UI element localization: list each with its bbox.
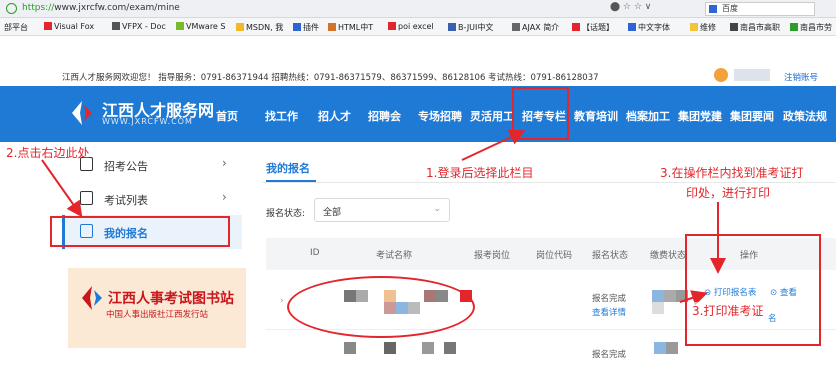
annotation-step3-line2: 印处，进行打印 [686, 186, 771, 200]
banner-title: 江西人事考试图书站 [108, 291, 234, 307]
chevron-right-icon: › [222, 190, 227, 204]
site-info-bar: 江西人才服务网欢迎您！ 指导服务：0791-86371944 招聘热线：0791… [0, 66, 836, 86]
bookmark-icon [628, 23, 636, 31]
url-text[interactable]: https://www.jxrcfw.com/exam/mine [22, 3, 180, 13]
annotation-step3-print: 3.打印准考证 [692, 302, 764, 319]
tab-my-registration[interactable]: 我的报名 [266, 160, 310, 176]
bookmark-item[interactable]: HTML中T [328, 22, 373, 33]
nav-training[interactable]: 教育培训 [574, 108, 618, 124]
bookmark-icon [730, 23, 738, 31]
blurred-payment-status [666, 342, 678, 354]
browser-toolbar-icons[interactable]: ⬤ ☆ ☆ ∨ [610, 2, 651, 12]
bookmark-item[interactable]: 部平台 [4, 22, 28, 33]
hotline-text: 江西人才服务网欢迎您！ 指导服务：0791-86371944 招聘热线：0791… [62, 73, 599, 83]
site-logo-icon [72, 101, 92, 125]
bookmark-item[interactable]: 插件 [293, 22, 319, 33]
bookmark-icon [112, 22, 120, 30]
nav-recruit[interactable]: 招人才 [318, 108, 351, 124]
bookmark-item[interactable]: MSDN, 我 [236, 22, 283, 33]
bookmark-item[interactable]: 南昌市劳 [790, 22, 832, 33]
bookmark-item[interactable]: 南昌市高职 [730, 22, 780, 33]
blurred-payment-status [664, 290, 676, 302]
table-row: 报名完成 [266, 330, 836, 372]
filter-label: 报名状态: [266, 209, 306, 219]
bookmarks-bar: 部平台 Visual Fox VFPX - Doc VMware S MSDN,… [0, 18, 836, 36]
column-header: 报名状态 [592, 251, 629, 261]
nav-group-news[interactable]: 集团要闻 [730, 108, 774, 124]
secure-lock-icon [6, 3, 17, 14]
blurred-exam-name [422, 342, 434, 354]
blurred-payment-status [654, 342, 666, 354]
screenshot-root: https://www.jxrcfw.com/exam/mine ⬤ ☆ ☆ ∨… [0, 0, 836, 372]
nav-policy[interactable]: 政策法规 [783, 108, 827, 124]
banner-subtitle: 中国人事出版社江西发行站 [106, 310, 209, 320]
bookmark-item[interactable]: 维修 [690, 22, 716, 33]
bookmark-icon [388, 22, 396, 30]
column-header: 报考岗位 [474, 251, 511, 261]
bookmark-icon [512, 23, 520, 31]
status-filter-select[interactable]: 全部 ⌄ [314, 198, 450, 222]
chevron-right-icon: › [222, 156, 227, 170]
divider [262, 182, 836, 183]
bookmark-icon [790, 23, 798, 31]
registration-status: 报名完成 [592, 350, 627, 360]
search-engine-box[interactable]: 百度 [705, 2, 815, 16]
bookmark-item[interactable]: 中文字体 [628, 22, 670, 33]
bookmark-icon [328, 23, 336, 31]
annotation-step2: 2.点击右边此处 [6, 146, 90, 160]
bookmark-icon [176, 22, 184, 30]
list-icon [80, 191, 93, 205]
bookmark-item[interactable]: VFPX - Doc [112, 22, 166, 31]
annotation-step3-line1: 3.在操作栏内找到准考证打 [660, 166, 804, 180]
avatar[interactable] [714, 68, 728, 82]
bookmark-icon [572, 23, 580, 31]
browser-address-bar[interactable]: https://www.jxrcfw.com/exam/mine ⬤ ☆ ☆ ∨… [0, 0, 836, 18]
nav-job-fair[interactable]: 招聘会 [368, 108, 401, 124]
column-header: 缴费状态 [650, 251, 687, 261]
nav-flexible-work[interactable]: 灵活用工 [470, 108, 514, 124]
column-header: 岗位代码 [536, 251, 573, 261]
expand-row-icon[interactable]: › [280, 296, 284, 306]
view-details-link[interactable]: 查看详情 [592, 306, 626, 318]
bookmark-item[interactable]: B-JUI中文 [448, 22, 493, 33]
bookmark-icon [44, 22, 52, 30]
nav-archives[interactable]: 档案加工 [626, 108, 670, 124]
column-header: 考试名称 [376, 251, 413, 261]
registration-status: 报名完成 [592, 294, 627, 304]
nav-party-building[interactable]: 集团党建 [678, 108, 722, 124]
main-nav: 江西人才服务网 WWW.JXRCFW.COM 首页 找工作 招人才 招聘会 专场… [0, 86, 836, 142]
username-blurred [734, 69, 770, 81]
blurred-exam-name [384, 342, 396, 354]
site-domain: WWW.JXRCFW.COM [102, 117, 193, 126]
bookmark-icon [293, 23, 301, 31]
column-header: ID [310, 248, 320, 258]
blurred-exam-name [444, 342, 456, 354]
folder-icon [690, 23, 698, 31]
bookmark-item[interactable]: AJAX 简介 [512, 22, 559, 33]
bookmark-item[interactable]: poi excel [388, 22, 434, 31]
blurred-payment-status [652, 290, 664, 302]
nav-home[interactable]: 首页 [216, 108, 238, 124]
annotation-box-nav [512, 87, 569, 140]
banner-logo-icon [82, 286, 102, 310]
nav-find-job[interactable]: 找工作 [265, 108, 298, 124]
bookmark-item[interactable]: VMware S [176, 22, 225, 31]
logout-link[interactable]: 注销账号 [784, 71, 818, 83]
bookmark-icon [236, 23, 244, 31]
sidebar-item-exam-list[interactable]: 考试列表 › [62, 182, 242, 216]
book-station-banner[interactable]: 江西人事考试图书站 中国人事出版社江西发行站 [68, 268, 246, 348]
bookmark-item[interactable]: Visual Fox [44, 22, 94, 31]
chevron-down-icon: ⌄ [433, 204, 441, 214]
annotation-box-sidebar [50, 216, 230, 247]
nav-special-recruit[interactable]: 专场招聘 [418, 108, 462, 124]
annotation-step1: 1.登录后选择此栏目 [426, 166, 534, 180]
bookmark-item[interactable]: 【话题】 [572, 22, 614, 33]
annotation-ellipse-exam-name [287, 276, 475, 338]
blurred-payment-status [652, 302, 664, 314]
bookmark-icon [448, 23, 456, 31]
blurred-exam-name [344, 342, 356, 354]
